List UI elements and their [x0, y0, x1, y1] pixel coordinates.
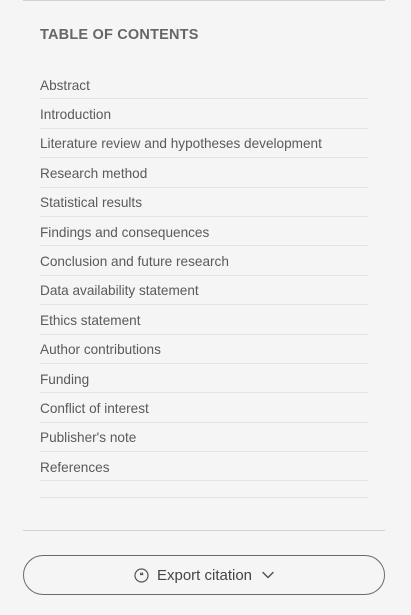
toc-list: Abstract Introduction Literature review … — [40, 70, 368, 482]
toc-item-ethics[interactable]: Ethics statement — [40, 305, 368, 335]
toc-item-publishers-note[interactable]: Publisher's note — [40, 423, 368, 453]
citation-icon: ❝ — [134, 567, 149, 583]
toc-item-references[interactable]: References — [40, 452, 368, 482]
toc-item-label[interactable]: Ethics statement — [40, 311, 141, 328]
svg-text:❝: ❝ — [139, 571, 143, 580]
toc-item-label[interactable]: Data availability statement — [40, 281, 199, 298]
toc-item-literature-review[interactable]: Literature review and hypotheses develop… — [40, 129, 368, 159]
toc-item-label[interactable]: Research method — [40, 164, 147, 181]
top-divider — [23, 0, 385, 1]
toc-item-label[interactable]: Conclusion and future research — [40, 252, 229, 269]
toc-item-label[interactable]: Author contributions — [40, 340, 161, 357]
toc-item-conclusion[interactable]: Conclusion and future research — [40, 246, 368, 276]
toc-item-abstract[interactable]: Abstract — [40, 70, 368, 100]
toc-item-author-contributions[interactable]: Author contributions — [40, 335, 368, 364]
toc-item-label[interactable]: Introduction — [40, 105, 111, 122]
toc-item-label[interactable]: Funding — [40, 370, 89, 387]
toc-end-divider — [40, 497, 368, 498]
toc-item-label[interactable]: Literature review and hypotheses develop… — [40, 134, 322, 151]
toc-item-label[interactable]: References — [40, 458, 110, 475]
toc-heading: TABLE OF CONTENTS — [40, 27, 199, 43]
toc-item-introduction[interactable]: Introduction — [40, 99, 368, 129]
toc-item-label[interactable]: Conflict of interest — [40, 399, 149, 416]
toc-item-data-availability[interactable]: Data availability statement — [40, 276, 368, 306]
section-divider — [23, 530, 385, 531]
toc-item-conflict-of-interest[interactable]: Conflict of interest — [40, 393, 368, 423]
toc-item-label[interactable]: Findings and consequences — [40, 223, 209, 240]
toc-item-label[interactable]: Publisher's note — [40, 428, 136, 445]
toc-item-label[interactable]: Abstract — [40, 76, 90, 93]
chevron-down-icon — [262, 571, 274, 579]
export-citation-label: Export citation — [156, 566, 253, 584]
toc-item-label[interactable]: Statistical results — [40, 193, 142, 210]
toc-item-funding[interactable]: Funding — [40, 364, 368, 394]
export-citation-button[interactable]: ❝ Export citation — [23, 555, 385, 595]
toc-item-statistical-results[interactable]: Statistical results — [40, 188, 368, 217]
toc-item-findings[interactable]: Findings and consequences — [40, 217, 368, 247]
toc-item-research-method[interactable]: Research method — [40, 158, 368, 188]
